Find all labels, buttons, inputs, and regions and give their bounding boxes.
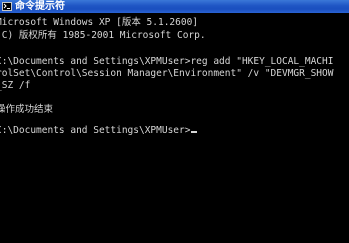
console-line: Microsoft Windows XP [版本 5.1.2600]: [0, 17, 199, 28]
console-line: rolSet\Control\Session Manager\Environme…: [0, 68, 334, 79]
console-icon: [2, 2, 12, 11]
console-line: 操作成功结束: [0, 104, 54, 115]
console-line: C:\Documents and Settings\XPMUser>reg ad…: [0, 56, 334, 67]
command-prompt-window: 命令提示符 Microsoft Windows XP [版本 5.1.2600]…: [0, 0, 349, 243]
window-title: 命令提示符: [15, 1, 65, 12]
text-cursor: [191, 131, 198, 133]
prompt-line[interactable]: C:\Documents and Settings\XPMUser>: [0, 125, 198, 137]
console-line: (C) 版权所有 1985-2001 Microsoft Corp.: [0, 30, 206, 41]
prompt-text: C:\Documents and Settings\XPMUser>: [0, 125, 191, 136]
console-output[interactable]: Microsoft Windows XP [版本 5.1.2600] (C) 版…: [0, 15, 349, 243]
title-bar[interactable]: 命令提示符: [0, 0, 349, 13]
console-line: _SZ /f: [0, 80, 31, 91]
